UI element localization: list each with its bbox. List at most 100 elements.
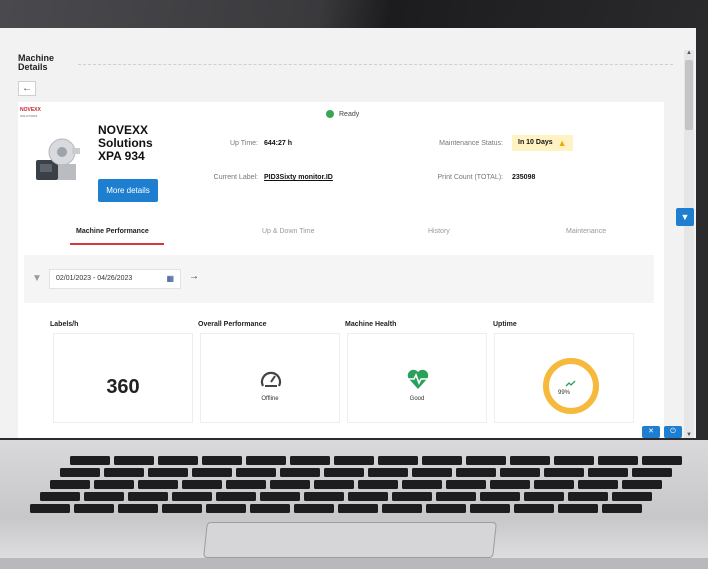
laptop-front-edge (0, 558, 708, 569)
keyboard-key (598, 456, 638, 465)
keyboard-key (270, 480, 310, 489)
keyboard-key (236, 468, 276, 477)
keyboard-key (500, 468, 540, 477)
vertical-scrollbar[interactable]: ▲ ▼ (684, 50, 694, 438)
keyboard-key (304, 492, 344, 501)
laptop-lid: Machine Details ← ▲ ▼ NOVEXX SOLUTIONS R… (0, 0, 708, 440)
machine-image (36, 138, 80, 180)
machine-health-status: Good (409, 396, 425, 402)
current-label-label: Current Label: (213, 174, 258, 181)
up-time-value: 644:27 h (264, 140, 293, 147)
apply-filter-button[interactable]: → (189, 271, 199, 282)
print-count-value: 235098 (512, 174, 536, 181)
maintenance-status-label: Maintenance Status: (439, 140, 503, 147)
keyboard-key (294, 504, 334, 513)
keyboard-key (334, 456, 374, 465)
keyboard-key (138, 480, 178, 489)
keyboard-key (456, 468, 496, 477)
keyboard-key (260, 492, 300, 501)
power-button[interactable]: ⏻ (664, 426, 682, 438)
keyboard-key (162, 504, 202, 513)
keyboard-key (118, 504, 158, 513)
keyboard-key (412, 468, 452, 477)
uptime-card: 99% (494, 333, 634, 423)
keyboard-key (436, 492, 476, 501)
date-range-picker[interactable]: 02/01/2023 - 04/26/2023 ▦ (49, 269, 181, 289)
keyboard-key (392, 492, 432, 501)
tab-bar: Machine Performance Up & Down Time Histo… (18, 228, 664, 245)
calendar-icon[interactable]: ▦ (166, 270, 174, 288)
keyboard-key (60, 468, 100, 477)
machine-health-card: Good (347, 333, 487, 423)
keyboard-key (466, 456, 506, 465)
collapse-button[interactable]: ✕ (642, 426, 660, 438)
print-count-label: Print Count (TOTAL): (437, 174, 503, 181)
keyboard-key (290, 456, 330, 465)
funnel-icon: ▼ (680, 212, 690, 222)
keyboard-key (128, 492, 168, 501)
brand-logo: NOVEXX (20, 107, 41, 113)
warning-triangle-icon: ▲ (557, 138, 567, 148)
keyboard-key (544, 468, 584, 477)
brand-logo-sub: SOLUTIONS (20, 114, 38, 118)
keyboard-key (172, 492, 212, 501)
filter-bar: ▼ 02/01/2023 - 04/26/2023 ▦ → (24, 255, 654, 303)
keyboard-key (148, 468, 188, 477)
funnel-icon[interactable]: ▼ (32, 273, 42, 284)
keyboard-key (510, 456, 550, 465)
keyboard-key (622, 480, 662, 489)
keyboard-key (642, 456, 682, 465)
keyboard-key (446, 480, 486, 489)
keyboard-key (558, 504, 598, 513)
keyboard-key (280, 468, 320, 477)
current-label-link[interactable]: PID3Sixty monitor.ID (264, 174, 333, 181)
up-time-label: Up Time: (229, 140, 258, 147)
tab-history[interactable]: History (428, 228, 450, 235)
keyboard-key (382, 504, 422, 513)
page-title: Machine Details (18, 53, 55, 72)
machine-health-title: Machine Health (345, 321, 397, 328)
tab-up-down-time[interactable]: Up & Down Time (262, 228, 315, 235)
heartbeat-icon (407, 369, 429, 389)
scroll-up-icon[interactable]: ▲ (686, 50, 692, 56)
tab-maintenance[interactable]: Maintenance (566, 228, 606, 235)
keyboard-key (70, 456, 110, 465)
maintenance-badge: In 10 Days ▲ (512, 135, 573, 151)
keyboard-key (348, 492, 388, 501)
keyboard (30, 456, 682, 513)
status-text: Ready (339, 110, 360, 118)
scroll-thumb[interactable] (685, 60, 693, 130)
keyboard-key (368, 468, 408, 477)
uptime-ring (543, 358, 599, 414)
bottom-toolbar: ✕ ⏻ (642, 426, 682, 438)
keyboard-key (94, 480, 134, 489)
keyboard-key (612, 492, 652, 501)
back-button[interactable]: ← (18, 81, 36, 96)
keyboard-key (588, 468, 628, 477)
keyboard-key (40, 492, 80, 501)
machine-status: Ready (326, 110, 359, 118)
keyboard-key (104, 468, 144, 477)
uptime-value: 99% (557, 390, 570, 396)
keyboard-key (480, 492, 520, 501)
keyboard-key (422, 456, 462, 465)
keyboard-key (378, 456, 418, 465)
keyboard-key (578, 480, 618, 489)
keyboard-key (524, 492, 564, 501)
keyboard-key (514, 504, 554, 513)
keyboard-key (602, 504, 642, 513)
keyboard-key (216, 492, 256, 501)
active-tab-indicator (70, 243, 164, 245)
more-details-button[interactable]: More details (98, 179, 158, 202)
keyboard-key (206, 504, 246, 513)
scroll-down-icon[interactable]: ▼ (686, 432, 692, 438)
tab-machine-performance[interactable]: Machine Performance (76, 228, 149, 235)
floating-filter-button[interactable]: ▼ (676, 208, 694, 226)
status-dot-icon (326, 110, 334, 118)
overall-performance-card: Offline (200, 333, 340, 423)
keyboard-key (158, 456, 198, 465)
labels-per-hour-card: 360 (53, 333, 193, 423)
labels-per-hour-title: Labels/h (50, 321, 79, 328)
keyboard-key (324, 468, 364, 477)
overall-performance-status: Offline (261, 396, 279, 402)
